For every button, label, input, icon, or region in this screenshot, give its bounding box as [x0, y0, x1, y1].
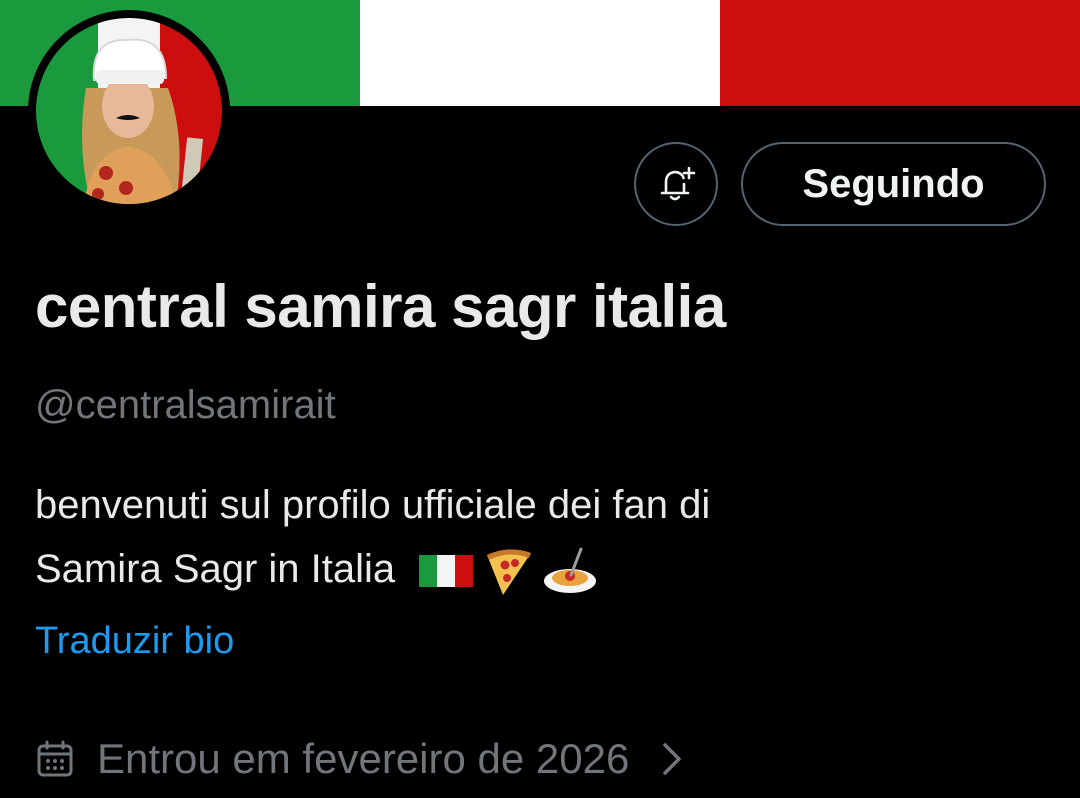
chevron-right-icon [663, 743, 682, 775]
banner-stripe-white [360, 0, 720, 106]
bio-emojis [417, 545, 599, 597]
italian-flag-emoji [417, 545, 475, 597]
bio-line-1: benvenuti sul profilo ufficiale dei fan … [35, 483, 711, 527]
joined-date-text: Entrou em fevereiro de 2026 [97, 735, 630, 782]
profile-bio: benvenuti sul profilo ufficiale dei fan … [35, 473, 1045, 601]
translate-bio-link[interactable]: Traduzir bio [35, 620, 234, 663]
avatar-image [36, 18, 222, 204]
calendar-icon [37, 740, 73, 777]
pizza-emoji [479, 545, 537, 597]
bio-line-2: Samira Sagr in Italia [35, 537, 1045, 601]
spaghetti-emoji [541, 545, 599, 597]
following-button-label: Seguindo [802, 161, 985, 206]
following-button[interactable]: Seguindo [741, 142, 1046, 226]
banner-stripe-red [720, 0, 1080, 106]
profile-handle: @centralsamirait [35, 383, 336, 427]
avatar-chef-photo [36, 18, 222, 204]
bio-line-2-text: Samira Sagr in Italia [35, 547, 396, 591]
bell-plus-icon [660, 166, 696, 201]
notifications-bell-button[interactable] [634, 142, 718, 226]
avatar[interactable] [28, 10, 230, 212]
joined-date-row[interactable]: Entrou em fevereiro de 2026 [35, 735, 687, 783]
display-name: central samira sagr italia [35, 273, 726, 340]
